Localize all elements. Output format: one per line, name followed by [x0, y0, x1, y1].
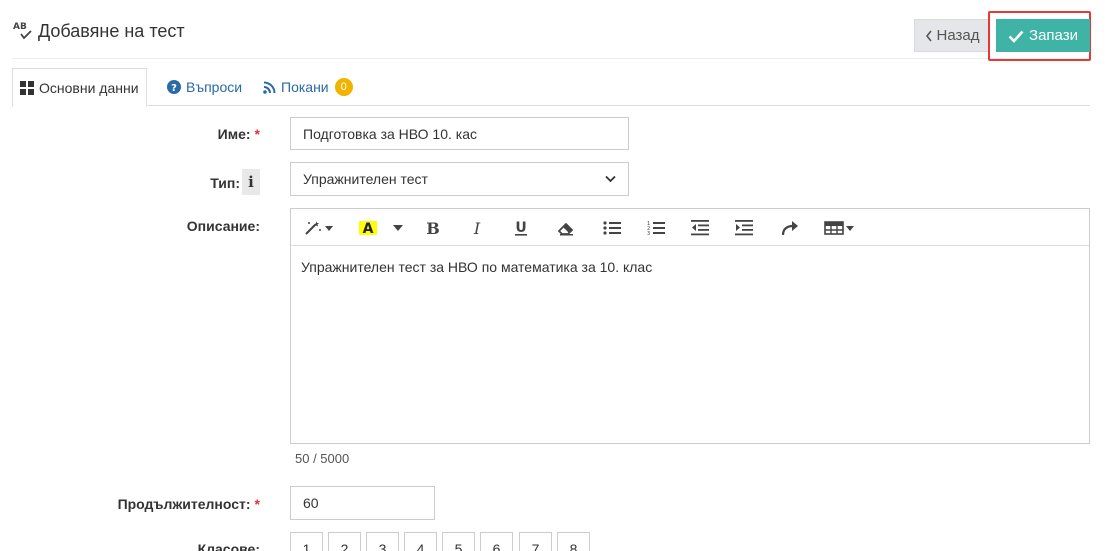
indent-icon[interactable] — [733, 217, 755, 239]
description-label-text: Описание: — [186, 218, 260, 234]
name-input[interactable]: Подготовка за НВО 10. кас — [290, 117, 629, 150]
rich-text-editor: A B I U 1 2 3 Упражнителен тест за НВО п… — [290, 208, 1090, 444]
page-title: Добавяне на тест — [38, 21, 185, 41]
tab-bar: Основни данни ? Въпроси Покани 0 — [12, 68, 1090, 107]
editor-content[interactable]: Упражнителен тест за НВО по математика з… — [301, 259, 652, 275]
question-circle-icon: ? — [167, 80, 181, 94]
required-marker: * — [254, 126, 260, 142]
bold-icon[interactable]: B — [423, 217, 443, 239]
color-dropdown-icon[interactable] — [391, 217, 405, 239]
save-button[interactable]: Запази — [996, 19, 1090, 52]
grade-option-1[interactable]: 1 — [290, 532, 323, 551]
highlight-color-icon[interactable]: A — [357, 217, 379, 239]
tab-questions[interactable]: ? Въпроси — [160, 68, 249, 106]
table-icon[interactable] — [823, 217, 857, 239]
grid-icon — [20, 80, 34, 95]
duration-input-value: 60 — [303, 495, 319, 511]
editor-toolbar: A B I U 1 2 3 — [291, 209, 1089, 246]
underline-icon[interactable]: U — [511, 217, 531, 239]
header-divider — [12, 58, 1090, 59]
save-button-label: Запази — [1029, 27, 1078, 44]
svg-text:AB: AB — [13, 22, 27, 32]
eraser-icon[interactable] — [555, 217, 577, 239]
svg-text:B: B — [426, 220, 440, 236]
duration-label: Продължителност: * — [80, 496, 260, 512]
svg-text:A: A — [363, 221, 374, 237]
svg-text:I: I — [473, 220, 481, 236]
spellcheck-icon: AB — [13, 22, 32, 40]
style-magic-icon[interactable] — [303, 217, 335, 239]
required-marker: * — [254, 496, 260, 512]
grade-option-5[interactable]: 5 — [442, 532, 475, 551]
grade-option-2[interactable]: 2 — [328, 532, 361, 551]
back-button[interactable]: Назад — [914, 19, 990, 52]
chevron-down-icon — [605, 175, 616, 183]
ordered-list-icon[interactable]: 1 2 3 — [645, 217, 667, 239]
tab-invitations-label: Покани — [281, 79, 329, 95]
type-select[interactable]: Упражнителен тест — [290, 162, 629, 196]
type-select-value: Упражнителен тест — [303, 171, 428, 187]
name-label: Име: * — [150, 126, 260, 142]
back-button-label: Назад — [936, 27, 980, 44]
svg-text:3: 3 — [647, 231, 650, 236]
info-icon[interactable]: i — [242, 169, 260, 195]
tab-basic-data[interactable]: Основни данни — [12, 68, 147, 107]
rss-icon — [263, 81, 276, 94]
tab-questions-label: Въпроси — [186, 79, 243, 95]
italic-icon[interactable]: I — [467, 217, 487, 239]
tab-invitations[interactable]: Покани 0 — [256, 68, 360, 106]
grade-option-8[interactable]: 8 — [557, 532, 590, 551]
grades-label: Класове: — [150, 541, 260, 551]
character-counter: 50 / 5000 — [295, 451, 350, 466]
grade-option-7[interactable]: 7 — [519, 532, 552, 551]
tab-basic-data-label: Основни данни — [39, 79, 139, 96]
grade-option-6[interactable]: 6 — [480, 532, 513, 551]
svg-text:U: U — [515, 220, 526, 236]
chevron-left-icon — [925, 30, 932, 41]
type-label-text: Тип: — [210, 175, 240, 191]
grade-option-4[interactable]: 4 — [404, 532, 437, 551]
name-input-value: Подготовка за НВО 10. кас — [303, 125, 478, 142]
duration-label-text: Продължителност: — [117, 496, 251, 512]
unordered-list-icon[interactable] — [601, 217, 623, 239]
duration-input[interactable]: 60 — [290, 486, 435, 520]
check-icon — [1008, 30, 1024, 43]
grade-option-3[interactable]: 3 — [366, 532, 399, 551]
description-label: Описание: — [140, 218, 260, 234]
name-label-text: Име: — [217, 126, 251, 142]
invitations-count-badge: 0 — [334, 78, 353, 96]
svg-text:?: ? — [171, 83, 177, 94]
outdent-icon[interactable] — [689, 217, 711, 239]
redo-icon[interactable] — [779, 217, 801, 239]
grades-label-text: Класове: — [197, 541, 260, 551]
type-label: Тип: — [150, 175, 240, 191]
